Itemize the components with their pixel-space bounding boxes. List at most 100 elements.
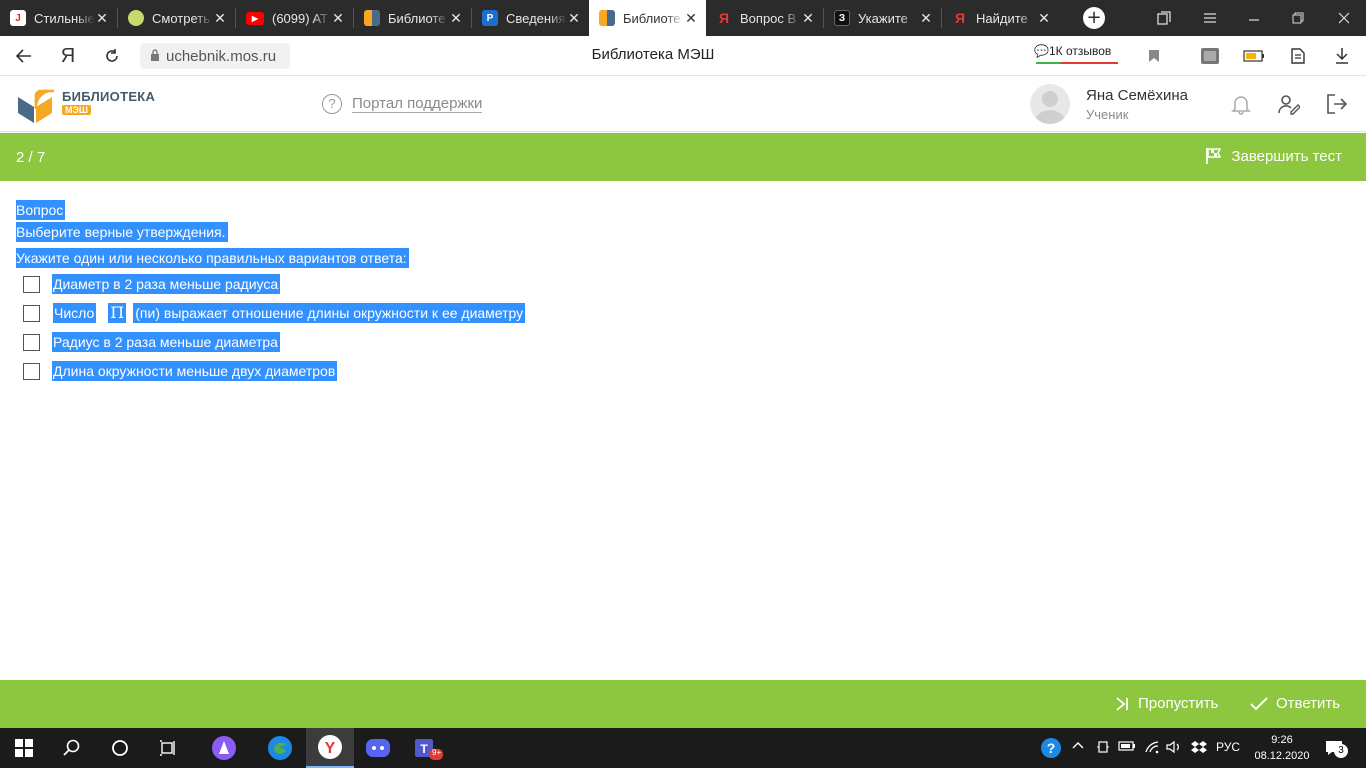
answer-option[interactable]: Число П (пи) выражает отношение длины ок… <box>23 303 527 323</box>
tab-title: Укажите <box>858 10 908 26</box>
youtube-icon: ▶ <box>246 11 264 25</box>
tab-smotret[interactable]: Смотреть ✕ <box>118 0 235 36</box>
test-top-bar: 2 / 7 Завершить тест <box>0 133 1366 181</box>
cortana-icon[interactable] <box>96 728 144 768</box>
flag-icon <box>1206 148 1222 164</box>
dropbox-icon[interactable] <box>1190 740 1208 757</box>
tab-favicon-icon: J <box>10 10 26 26</box>
notifications-icon[interactable]: 3 <box>1324 738 1348 761</box>
tab-close-icon[interactable]: ✕ <box>449 11 463 25</box>
windows-taskbar: Y T 9+ ? РУС 9:26 08.12.2020 3 <box>0 728 1366 768</box>
option-label: Радиус в 2 раза меньше диаметра <box>52 332 280 352</box>
alice-icon[interactable] <box>200 728 248 768</box>
language-indicator[interactable]: РУС <box>1216 740 1240 754</box>
skip-button[interactable]: Пропустить <box>1114 695 1218 712</box>
tab-favicon-icon <box>128 10 144 26</box>
question-hint: Укажите один или несколько правильных ва… <box>16 248 409 268</box>
option-checkbox[interactable] <box>23 304 40 322</box>
tab-title: (6099) AT <box>272 10 329 26</box>
volume-icon[interactable] <box>1166 740 1182 757</box>
close-window-button[interactable] <box>1336 0 1352 36</box>
tab-title: Вопрос В <box>740 10 797 26</box>
avatar[interactable] <box>1030 84 1070 124</box>
tab-close-icon[interactable]: ✕ <box>919 11 933 25</box>
option-checkbox[interactable] <box>23 362 40 380</box>
option-checkbox[interactable] <box>23 333 40 351</box>
finish-test-button[interactable]: Завершить тест <box>1205 147 1342 165</box>
tab-title: Библиоте <box>623 10 681 26</box>
search-icon[interactable] <box>48 728 96 768</box>
chevron-up-icon[interactable] <box>1072 740 1084 755</box>
library-logo-icon[interactable] <box>16 83 56 125</box>
finish-test-label: Завершить тест <box>1231 147 1342 165</box>
skip-label: Пропустить <box>1138 695 1219 712</box>
tab-svedeniya[interactable]: P Сведения ✕ <box>472 0 589 36</box>
new-tab-button[interactable]: + <box>1083 7 1105 29</box>
tab-favicon-icon: З <box>834 10 850 26</box>
check-icon <box>1250 696 1268 710</box>
reviews-rating-bar <box>1036 62 1118 64</box>
option-label: Диаметр в 2 раза меньше радиуса <box>52 274 281 294</box>
minimize-button[interactable] <box>1246 0 1262 36</box>
question-text: Выберите верные утверждения. <box>16 222 228 242</box>
bookmark-icon[interactable] <box>1142 44 1166 68</box>
logo-title[interactable]: БИБЛИОТЕКА <box>62 89 155 104</box>
windows-start-icon[interactable] <box>0 728 48 768</box>
svg-text:T: T <box>420 742 428 756</box>
skip-icon <box>1116 696 1128 711</box>
tab-list-icon[interactable] <box>1156 0 1172 36</box>
extension-icon[interactable] <box>1198 44 1222 68</box>
yandex-browser-taskbar-icon[interactable]: Y <box>306 728 354 768</box>
teams-icon[interactable]: T 9+ <box>404 728 452 768</box>
option-checkbox[interactable] <box>23 275 40 293</box>
answer-option[interactable]: Диаметр в 2 раза меньше радиуса <box>23 274 281 294</box>
discord-icon[interactable] <box>354 728 402 768</box>
support-label: Портал поддержки <box>352 95 483 113</box>
book-icon <box>364 10 380 26</box>
tab-close-icon[interactable]: ✕ <box>1037 11 1051 25</box>
tab-favicon-icon: P <box>482 10 498 26</box>
answer-label: Ответить <box>1276 695 1341 712</box>
question-counter: 2 / 7 <box>16 149 46 166</box>
tab-close-icon[interactable]: ✕ <box>567 11 581 25</box>
download-icon[interactable] <box>1330 44 1354 68</box>
wifi-icon[interactable] <box>1144 740 1160 757</box>
system-clock[interactable]: 9:26 08.12.2020 <box>1254 732 1310 764</box>
collections-icon[interactable] <box>1286 44 1310 68</box>
edge-icon[interactable] <box>256 728 304 768</box>
tab-biblioteka-1[interactable]: Библиоте ✕ <box>354 0 471 36</box>
support-portal-link[interactable]: ? Портал поддержки <box>322 94 483 114</box>
tab-vopros[interactable]: Я Вопрос В ✕ <box>706 0 823 36</box>
logo-subtitle: МЭШ <box>62 105 91 115</box>
logout-icon[interactable] <box>1326 93 1348 115</box>
tab-close-icon[interactable]: ✕ <box>213 11 227 25</box>
restore-button[interactable] <box>1290 0 1306 36</box>
tab-close-icon[interactable]: ✕ <box>95 11 109 25</box>
tab-youtube[interactable]: ▶ (6099) AT ✕ <box>236 0 353 36</box>
menu-icon[interactable] <box>1202 0 1218 36</box>
user-edit-icon[interactable] <box>1278 93 1301 115</box>
answer-option[interactable]: Длина окружности меньше двух диаметров <box>23 361 338 381</box>
tab-close-icon[interactable]: ✕ <box>801 11 815 25</box>
bell-icon[interactable] <box>1230 93 1252 115</box>
clock-time: 9:26 <box>1271 734 1293 746</box>
tab-ukazhite[interactable]: З Укажите ✕ <box>824 0 941 36</box>
answer-option[interactable]: Радиус в 2 раза меньше диаметра <box>23 332 280 352</box>
answer-button[interactable]: Ответить <box>1250 695 1340 712</box>
tab-biblioteka-active[interactable]: Библиоте ✕ <box>589 0 706 36</box>
task-view-icon[interactable] <box>144 728 192 768</box>
reviews-badge[interactable]: 💬1К отзывов <box>1034 44 1118 64</box>
user-name[interactable]: Яна Семёхина <box>1086 87 1188 104</box>
tab-title: Найдите <box>976 10 1028 26</box>
device-icon[interactable] <box>1096 740 1110 757</box>
tab-naidite[interactable]: Я Найдите ✕ <box>942 0 1059 36</box>
help-tray-icon[interactable]: ? <box>1040 737 1062 762</box>
book-icon <box>599 10 615 26</box>
tab-close-icon[interactable]: ✕ <box>684 11 698 25</box>
battery-icon[interactable] <box>1242 44 1266 68</box>
tab-stilnye[interactable]: J Стильные ✕ <box>0 0 117 36</box>
tab-title: Сведения <box>506 10 566 26</box>
tab-close-icon[interactable]: ✕ <box>331 11 345 25</box>
battery-tray-icon[interactable] <box>1118 740 1136 755</box>
selection-gap <box>96 303 103 323</box>
